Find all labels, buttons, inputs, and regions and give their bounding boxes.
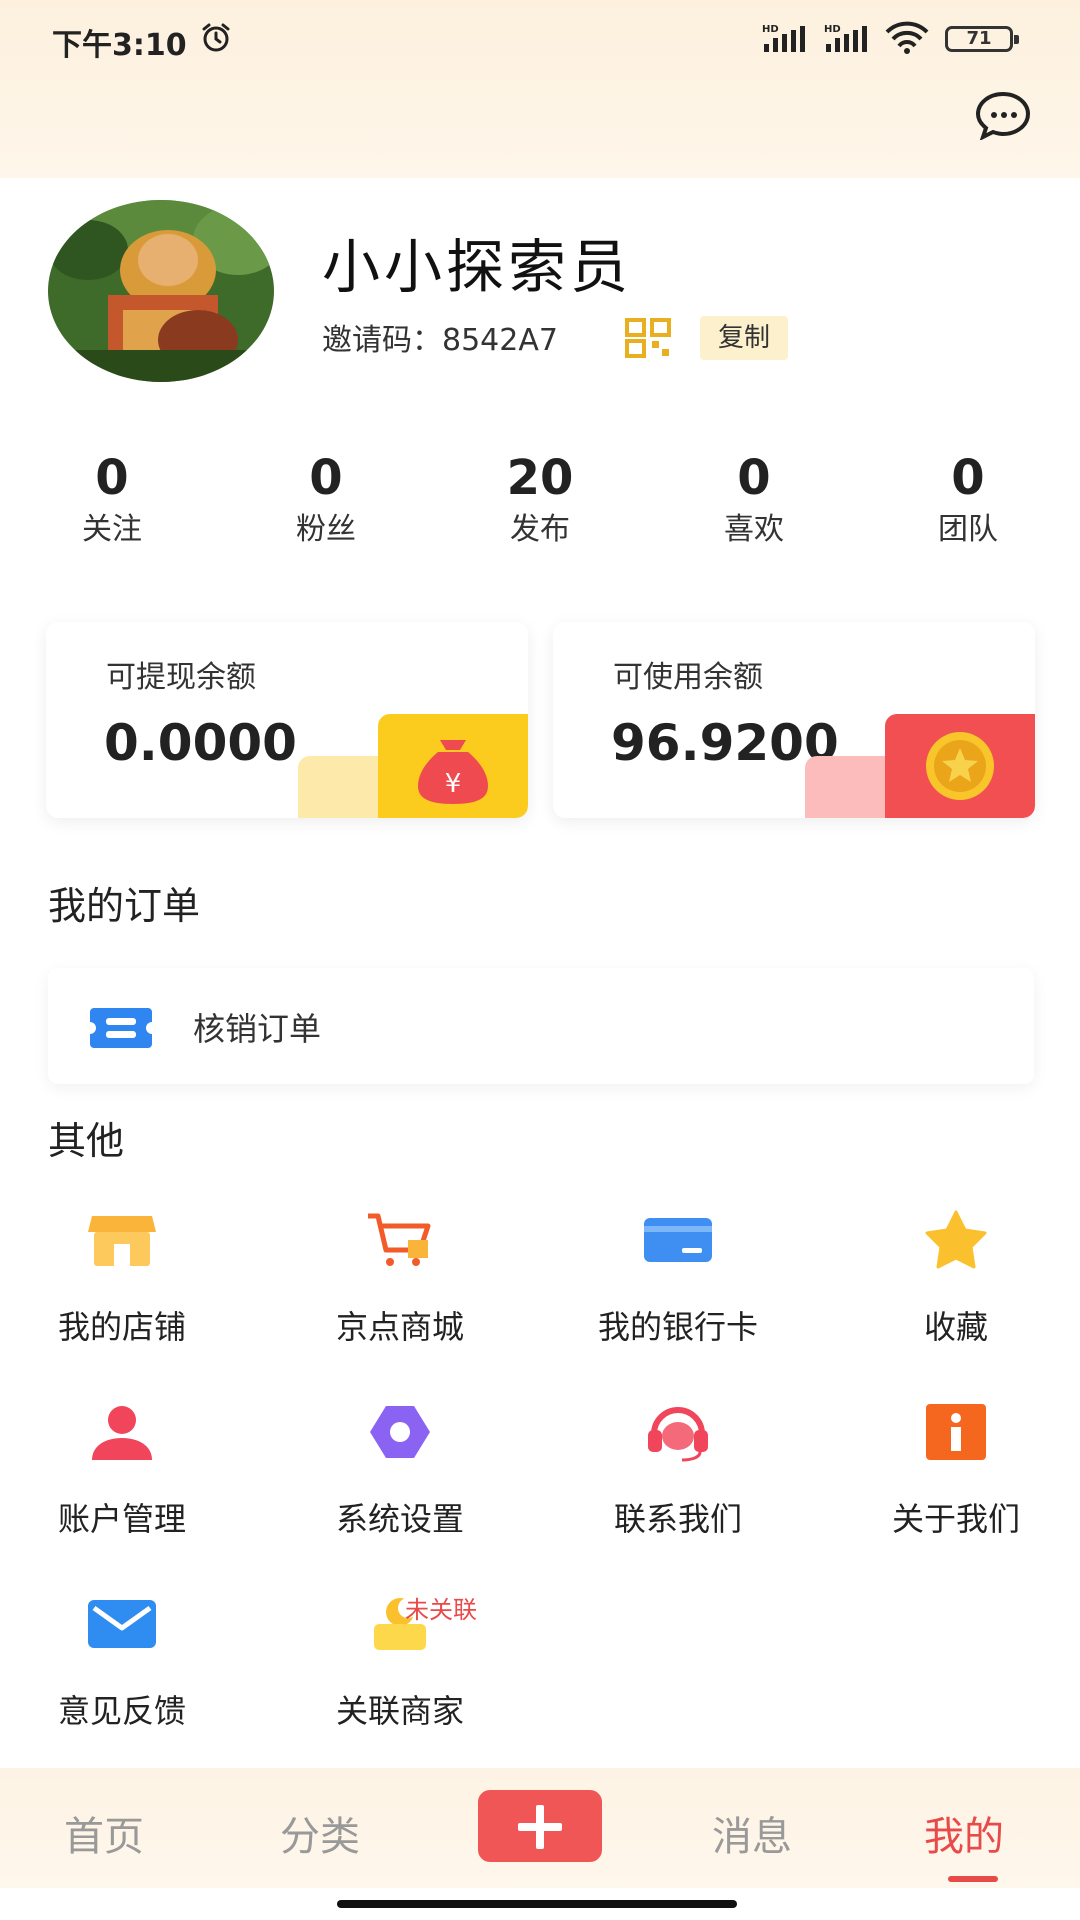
stat-likes[interactable]: 0 喜欢 <box>679 448 829 552</box>
unlinked-badge: 未关联 <box>405 1596 477 1624</box>
avatar-image <box>48 200 274 382</box>
bank-card-icon <box>644 1218 712 1262</box>
ticket-icon <box>90 1008 152 1048</box>
tab-mine[interactable]: 我的 <box>924 1804 1004 1862</box>
stat-value: 0 <box>737 450 771 506</box>
headset-icon <box>648 1407 708 1462</box>
qr-code-icon[interactable] <box>624 318 672 358</box>
stat-fans[interactable]: 0 粉丝 <box>251 448 401 552</box>
stat-label: 发布 <box>510 512 570 547</box>
grid-label: 我的银行卡 <box>597 1308 758 1346</box>
mail-icon <box>88 1600 156 1648</box>
stat-value: 0 <box>951 450 985 506</box>
star-icon <box>925 1210 987 1269</box>
usable-balance-card[interactable]: 可使用余额 96.9200 <box>553 622 1035 818</box>
contact-us-item[interactable]: 联系我们 <box>578 1402 778 1552</box>
order-item-label: 核销订单 <box>193 1010 322 1048</box>
status-bar: 下午3:10 HD HD 71 <box>0 0 1080 78</box>
username: 小小探索员 <box>322 233 633 301</box>
active-tab-indicator <box>948 1876 998 1882</box>
about-us-item[interactable]: 关于我们 <box>856 1402 1056 1552</box>
grid-label: 联系我们 <box>613 1500 742 1538</box>
balance-value: 0.0000 <box>104 714 297 772</box>
shop-icon <box>88 1216 156 1266</box>
feedback-item[interactable]: 意见反馈 <box>22 1594 222 1744</box>
alarm-icon <box>202 23 230 52</box>
system-settings-item[interactable]: 系统设置 <box>300 1402 500 1552</box>
invite-row: 邀请码：8542A7 <box>322 315 558 359</box>
account-management-item[interactable]: 账户管理 <box>22 1402 222 1552</box>
settings-icon <box>370 1406 430 1458</box>
stat-label: 团队 <box>938 512 998 547</box>
jingdian-mall-item[interactable]: 京点商城 <box>300 1210 500 1360</box>
card-decoration <box>805 756 885 818</box>
balance-value: 96.9200 <box>611 714 839 772</box>
bottom-tab-bar: 首页 分类 消息 我的 <box>0 1768 1080 1888</box>
chat-icon[interactable] <box>974 90 1032 140</box>
stat-value: 0 <box>309 450 343 506</box>
grid-label: 京点商城 <box>335 1308 464 1346</box>
card-accent: ¥ <box>378 714 528 818</box>
money-bag-icon: ¥ <box>418 740 488 804</box>
cart-icon <box>368 1213 431 1266</box>
grid-label: 关于我们 <box>891 1500 1020 1538</box>
grid-label: 意见反馈 <box>57 1692 186 1730</box>
status-time: 下午3:10 <box>52 28 187 63</box>
battery-indicator: 71 <box>945 26 1019 52</box>
coin-icon <box>926 732 994 800</box>
home-indicator[interactable] <box>337 1900 737 1908</box>
my-shop-item[interactable]: 我的店铺 <box>22 1210 222 1360</box>
svg-text:¥: ¥ <box>445 769 462 799</box>
tab-home[interactable]: 首页 <box>64 1804 144 1862</box>
network-label-2: HD <box>824 24 841 35</box>
withdrawable-balance-card[interactable]: 可提现余额 0.0000 ¥ <box>46 622 528 818</box>
card-accent <box>885 714 1035 818</box>
stat-value: 20 <box>506 450 574 506</box>
grid-label: 我的店铺 <box>57 1308 186 1346</box>
orders-section-title: 我的订单 <box>48 884 201 928</box>
info-icon <box>926 1404 986 1460</box>
my-bank-card-item[interactable]: 我的银行卡 <box>578 1210 778 1360</box>
balance-title: 可使用余额 <box>613 660 763 695</box>
invite-code: 8542A7 <box>442 323 558 358</box>
signal-icon-1: HD <box>762 24 805 52</box>
user-icon <box>92 1406 152 1460</box>
favorites-item[interactable]: 收藏 <box>856 1210 1056 1360</box>
stat-posts[interactable]: 20 发布 <box>465 448 615 552</box>
publish-plus-button[interactable] <box>478 1790 602 1862</box>
grid-label: 系统设置 <box>335 1500 464 1538</box>
balance-title: 可提现余额 <box>106 660 256 695</box>
invite-label: 邀请码： <box>322 323 442 358</box>
network-label-1: HD <box>762 24 779 35</box>
stat-value: 0 <box>95 450 129 506</box>
stat-label: 喜欢 <box>724 512 784 547</box>
verification-orders-item[interactable]: 核销订单 <box>48 968 1034 1084</box>
wifi-icon <box>885 21 929 54</box>
grid-label: 账户管理 <box>57 1500 186 1538</box>
stat-label: 粉丝 <box>296 512 356 547</box>
others-section-title: 其他 <box>48 1119 125 1163</box>
grid-label: 收藏 <box>923 1308 988 1346</box>
tab-messages[interactable]: 消息 <box>712 1804 792 1862</box>
stat-label: 关注 <box>82 512 142 547</box>
tab-category[interactable]: 分类 <box>280 1804 360 1862</box>
copy-button[interactable]: 复制 <box>700 316 788 360</box>
card-decoration <box>298 756 378 818</box>
signal-icon-2: HD <box>824 24 867 52</box>
stat-following[interactable]: 0 关注 <box>37 448 187 552</box>
stats-row: 0 关注 0 粉丝 20 发布 0 喜欢 0 团队 <box>0 448 1080 558</box>
grid-label: 关联商家 <box>335 1692 464 1730</box>
stat-team[interactable]: 0 团队 <box>893 448 1043 552</box>
profile-page: 下午3:10 HD HD 71 小小探索员 邀请码：8542A7 复制 0 关注… <box>0 0 1080 1920</box>
avatar[interactable] <box>48 200 274 382</box>
